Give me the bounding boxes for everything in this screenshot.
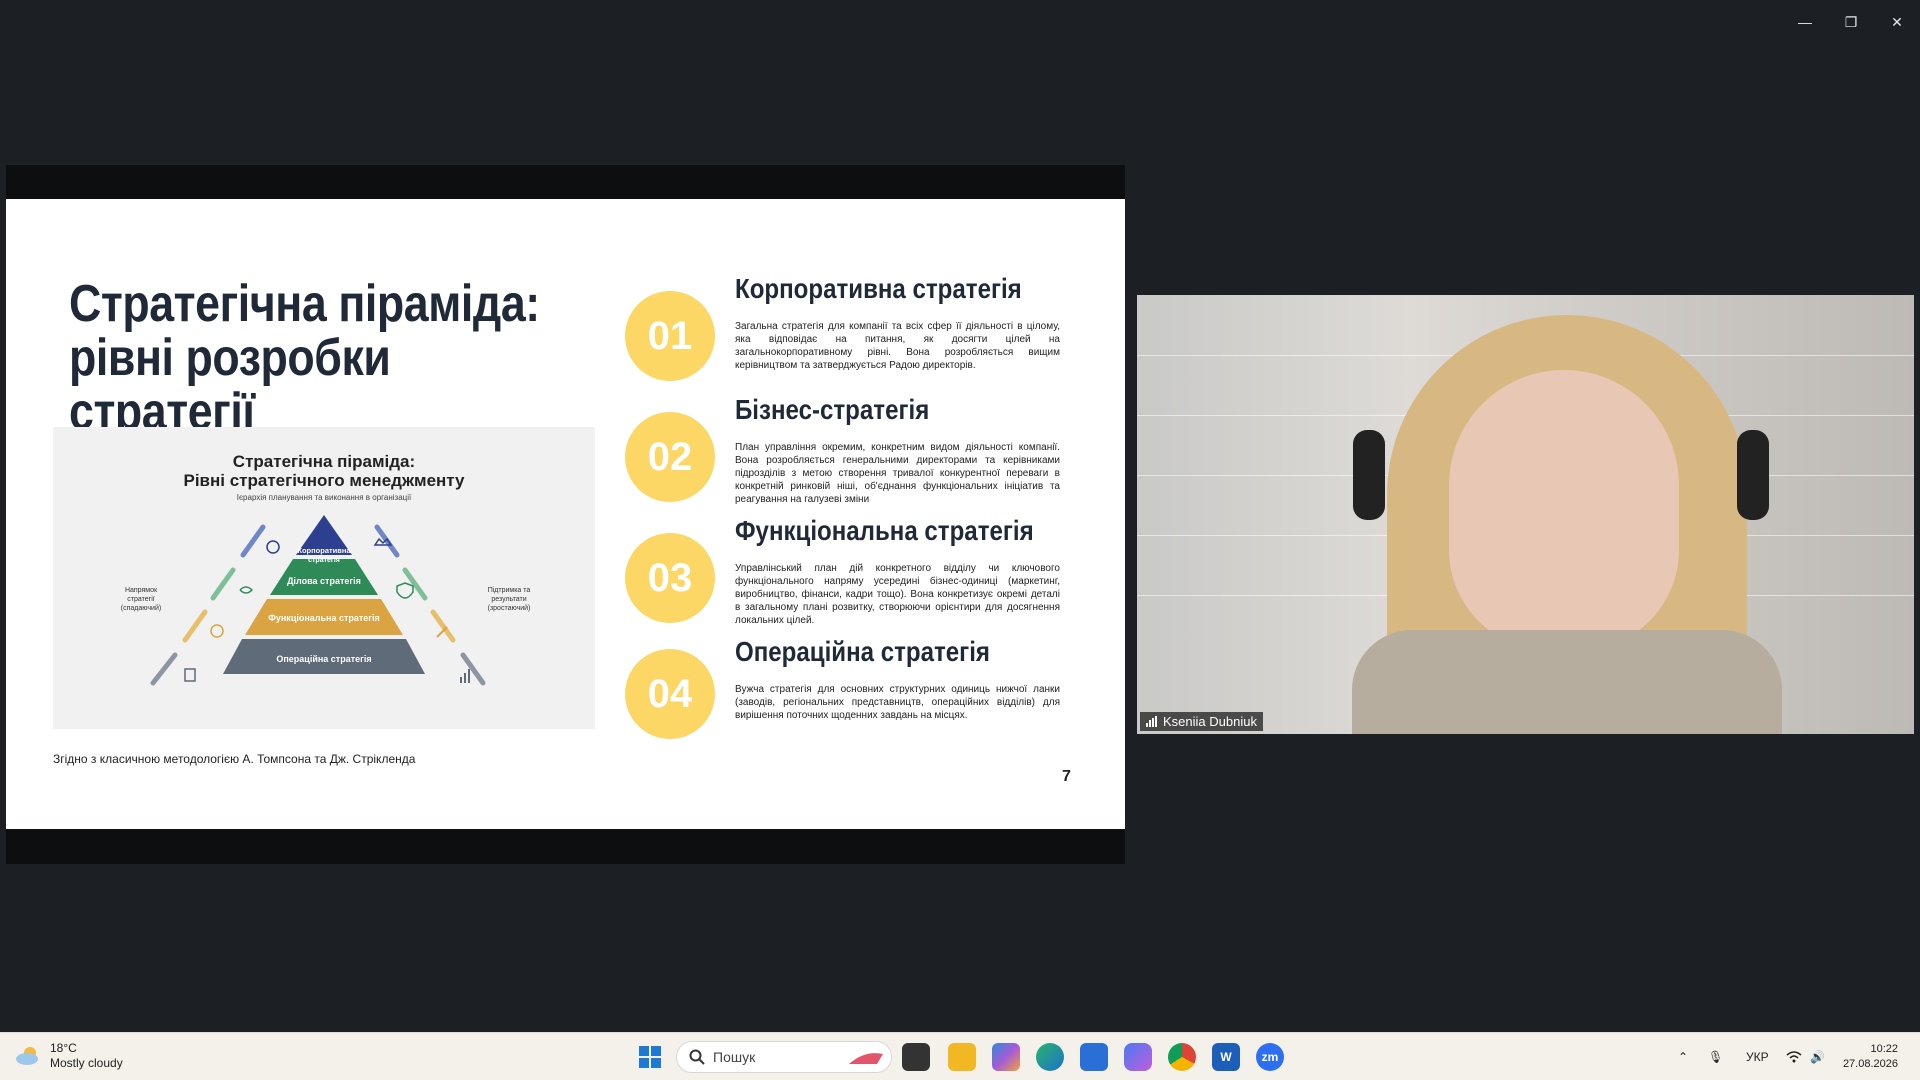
item-heading: Бізнес-стратегія (735, 394, 930, 425)
start-icon[interactable] (636, 1043, 664, 1071)
search-placeholder: Пошук (713, 1049, 756, 1065)
item-number-circle: 01 (625, 291, 715, 381)
slide-footnote: Згідно з класичною методологією А. Томпс… (53, 752, 416, 766)
strategy-item-1: 01 Корпоративна стратегія Загальна страт… (625, 273, 1070, 381)
level-functional-label: Функціональна стратегія (268, 613, 380, 623)
right-label-3: (зростаючий) (488, 604, 531, 612)
chrome-icon[interactable] (1168, 1043, 1196, 1071)
item-number-circle: 04 (625, 649, 715, 739)
presentation-slide: Стратегічна піраміда: рівні розробки стр… (6, 199, 1125, 829)
microphone-icon[interactable]: 🎙 (1708, 1033, 1723, 1080)
shared-screen: Стратегічна піраміда: рівні розробки стр… (6, 165, 1125, 864)
edge-icon[interactable] (1036, 1043, 1064, 1071)
taskbar: 18°C Mostly cloudy Пошук W zm ⌃ 🎙 УКР 🔊 … (0, 1032, 1920, 1080)
tray-overflow-icon[interactable]: ⌃ (1678, 1033, 1688, 1080)
participant-video[interactable]: Kseniia Dubniuk (1137, 295, 1914, 734)
close-button[interactable]: ✕ (1874, 0, 1920, 44)
bar-chart-icon (460, 669, 470, 683)
headset-right-icon (1737, 430, 1769, 520)
slide-title: Стратегічна піраміда: рівні розробки стр… (69, 277, 551, 439)
pyramid-infographic: Стратегічна піраміда: Рівні стратегічног… (53, 427, 595, 729)
level-operational-label: Операційна стратегія (276, 654, 371, 664)
window-controls: — ❐ ✕ (1782, 0, 1920, 44)
task-view-icon[interactable] (902, 1043, 930, 1071)
item-text: План управління окремим, конкретним видо… (735, 442, 1060, 505)
restore-button[interactable]: ❐ (1828, 0, 1874, 44)
shield-icon (396, 582, 414, 599)
strategy-item-2: 02 Бізнес-стратегія План управління окре… (625, 394, 1070, 505)
participant-name-tag: Kseniia Dubniuk (1140, 712, 1263, 731)
item-number-circle: 03 (625, 533, 715, 623)
signal-icon (1146, 716, 1157, 727)
infographic-title-1: Стратегічна піраміда: (233, 452, 415, 471)
strategy-item-4: 04 Операційна стратегія Вужча стратегія … (625, 636, 1070, 740)
slide-title-line2: рівні розробки стратегії (69, 329, 391, 441)
participant-name: Kseniia Dubniuk (1163, 714, 1257, 729)
search-highlight-icon (849, 1053, 883, 1064)
file-explorer-icon[interactable] (948, 1043, 976, 1071)
level-corporate-label-1: Корпоративна (297, 546, 351, 555)
slide-title-line1: Стратегічна піраміда: (69, 275, 540, 333)
item-text: Вужча стратегія для основних структурних… (735, 684, 1060, 721)
item-heading: Функціональна стратегія (735, 515, 1034, 546)
pyramid-graphic: Стратегічна піраміда: Рівні стратегічног… (121, 452, 531, 686)
item-number-circle: 02 (625, 412, 715, 502)
microsoft-365-icon[interactable] (992, 1043, 1020, 1071)
gear-icon (210, 624, 224, 638)
zoom-icon[interactable]: zm (1256, 1043, 1284, 1071)
clipboard-icon (184, 668, 196, 682)
right-label-1: Підтримка та (488, 586, 531, 594)
minimize-button[interactable]: — (1782, 0, 1828, 44)
weather-widget[interactable]: 18°C Mostly cloudy (14, 1041, 123, 1071)
infographic-title-2: Рівні стратегічного менеджменту (183, 471, 465, 490)
clock[interactable]: 10:22 27.08.2026 (1843, 1042, 1898, 1072)
word-icon[interactable]: W (1212, 1043, 1240, 1071)
compass-icon (266, 540, 280, 554)
cloudy-weather-icon (16, 1047, 38, 1065)
strategy-item-3: 03 Функціональна стратегія Управлінський… (625, 515, 1070, 626)
clock-time: 10:22 (1870, 1043, 1898, 1055)
item-text: Загальна стратегія для компанії та всіх … (735, 321, 1060, 371)
infographic-subtitle: Ієрархія планування та виконання в орган… (237, 493, 412, 502)
right-label-2: результати (491, 596, 526, 603)
headset-left-icon (1353, 430, 1385, 520)
participant-face (1449, 370, 1679, 650)
copilot-icon[interactable] (1124, 1043, 1152, 1071)
left-label-1: Напрямок (125, 587, 158, 594)
language-indicator[interactable]: УКР (1746, 1033, 1769, 1080)
weather-temp: 18°C (50, 1041, 77, 1055)
search-icon (689, 1049, 705, 1065)
wifi-icon[interactable] (1786, 1033, 1802, 1080)
clock-date: 27.08.2026 (1842, 1058, 1898, 1070)
left-label-2: стратегії (127, 595, 154, 603)
store-icon[interactable] (1080, 1043, 1108, 1071)
level-corporate-label-2: стратегія (308, 556, 340, 564)
slide-page-number: 7 (1062, 768, 1071, 785)
item-text: Управлінський план дій конкретного відді… (735, 563, 1060, 626)
volume-icon[interactable]: 🔊 (1810, 1033, 1825, 1080)
item-heading: Корпоративна стратегія (735, 273, 1022, 304)
left-label-3: (спадаючий) (121, 604, 161, 612)
weather-desc: Mostly cloudy (50, 1056, 123, 1070)
participant-shoulders (1352, 630, 1782, 734)
taskbar-search[interactable]: Пошук (676, 1041, 892, 1073)
handshake-icon (239, 586, 254, 594)
item-heading: Операційна стратегія (735, 636, 990, 667)
level-business-label: Ділова стратегія (287, 576, 361, 586)
